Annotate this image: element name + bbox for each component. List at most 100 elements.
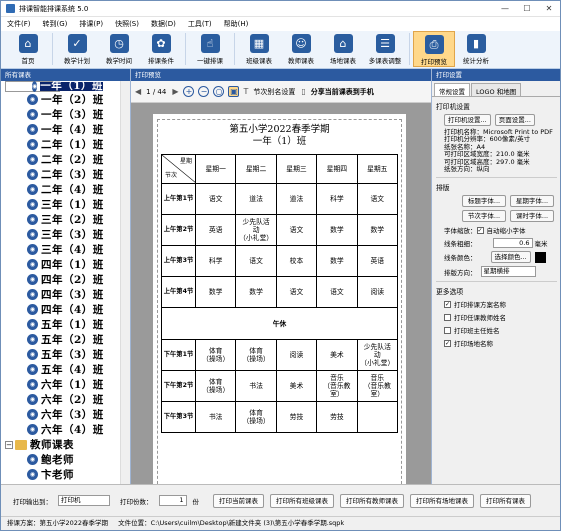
course-cell[interactable]: 书法: [194, 401, 237, 433]
tree-class-item[interactable]: ◉ 六年（3）班: [1, 407, 130, 422]
course-cell[interactable]: 数学: [235, 276, 277, 308]
tree-class-item[interactable]: ◉ 六年（2）班: [1, 392, 130, 407]
print-all-venue-button[interactable]: 打印所有场地课表: [410, 493, 474, 508]
menu-data[interactable]: 数据(D): [151, 19, 176, 29]
fit-page-icon[interactable]: ▣: [228, 86, 240, 97]
page-settings-button[interactable]: 页面设置...: [494, 114, 535, 126]
course-cell[interactable]: 数学: [194, 276, 237, 308]
menu-tools[interactable]: 工具(T): [188, 19, 212, 29]
tree-scrollbar[interactable]: [120, 81, 130, 484]
course-cell[interactable]: 数学: [356, 214, 399, 246]
course-cell[interactable]: 少先队活动（小礼堂）: [235, 214, 277, 246]
course-cell[interactable]: 书法: [235, 370, 277, 402]
tree-teacher-item[interactable]: ◉ 鲍老师: [1, 452, 130, 467]
tree-class-item[interactable]: ◉ 五年（4）班: [1, 362, 130, 377]
menu-snapshot[interactable]: 快照(S): [115, 19, 139, 29]
print-all-class-button[interactable]: 打印所有班级课表: [270, 493, 334, 508]
option-checkbox[interactable]: ✓: [444, 339, 451, 347]
maximize-button[interactable]: ☐: [516, 4, 538, 13]
course-cell[interactable]: 美术: [275, 370, 318, 402]
course-cell[interactable]: 语文: [356, 183, 399, 215]
toolbar-teacher-table-button[interactable]: ☺ 教师课表: [280, 31, 322, 67]
option-checkbox[interactable]: [444, 313, 451, 321]
tree-class-item[interactable]: ◉ 一年（1）班: [5, 81, 104, 92]
course-cell[interactable]: 语文: [275, 276, 318, 308]
printer-settings-button[interactable]: 打印机设置...: [444, 114, 491, 126]
tree-class-item[interactable]: ◉ 三年（1）班: [1, 197, 130, 212]
period-font-button[interactable]: 节次字体...: [462, 210, 506, 223]
next-page-icon[interactable]: ▶: [172, 87, 178, 96]
toolbar-multi-adjust-button[interactable]: ☰ 多课表调整: [364, 31, 406, 67]
toolbar-statistics-button[interactable]: ▮ 统计分析: [455, 31, 497, 67]
choose-color-button[interactable]: 选择颜色...: [490, 251, 531, 264]
course-cell[interactable]: 体育 （操场）: [235, 339, 277, 371]
course-cell[interactable]: 体育 （操场）: [194, 339, 237, 371]
course-cell[interactable]: 数学: [316, 214, 358, 246]
course-cell[interactable]: 科学: [194, 245, 237, 277]
tree-class-item[interactable]: ◉ 二年（2）班: [1, 152, 130, 167]
auto-shrink-checkbox[interactable]: ✓: [476, 226, 484, 234]
close-button[interactable]: ✕: [538, 4, 560, 13]
alias-settings-button[interactable]: 节次别名设置: [253, 87, 295, 97]
tree-class-item[interactable]: ◉ 四年（4）班: [1, 302, 130, 317]
prev-page-icon[interactable]: ◀: [135, 87, 141, 96]
zoom-in-icon[interactable]: +: [183, 86, 195, 97]
course-cell[interactable]: 语文: [275, 214, 318, 246]
output-select[interactable]: 打印机: [58, 495, 110, 506]
course-cell[interactable]: 劳技: [316, 401, 358, 433]
tree-class-item[interactable]: ◉ 一年（3）班: [1, 107, 130, 122]
menu-goto[interactable]: 转到(G): [43, 19, 68, 29]
course-cell[interactable]: 数学: [316, 245, 358, 277]
print-all-teacher-button[interactable]: 打印所有教师课表: [340, 493, 404, 508]
line-color-swatch[interactable]: [534, 251, 546, 263]
tree-class-item[interactable]: ◉ 六年（4）班: [1, 422, 130, 437]
tree-class-item[interactable]: ◉ 四年（2）班: [1, 272, 130, 287]
option-checkbox[interactable]: ✓: [444, 300, 451, 308]
share-to-phone-button[interactable]: 分享当前课表到手机: [311, 87, 374, 97]
course-cell[interactable]: 少先队活动（小礼堂）: [356, 339, 399, 371]
toolbar-plan-button[interactable]: ✓ 教学计划: [56, 31, 98, 67]
course-cell[interactable]: 音乐 （音乐教 室）: [356, 370, 399, 402]
course-cell[interactable]: 体育 （操场）: [235, 401, 277, 433]
menu-file[interactable]: 文件(F): [7, 19, 31, 29]
tree-class-item[interactable]: ◉ 五年（2）班: [1, 332, 130, 347]
toolbar-conditions-button[interactable]: ✿ 排课条件: [140, 31, 182, 67]
tree-class-item[interactable]: ◉ 四年（1）班: [1, 257, 130, 272]
line-width-spinner[interactable]: 0.6: [492, 238, 533, 249]
course-cell[interactable]: 语文: [194, 183, 237, 215]
expand-icon[interactable]: −: [5, 440, 13, 449]
menu-help[interactable]: 帮助(H): [224, 19, 249, 29]
toolbar-home-button[interactable]: ⌂ 首页: [7, 31, 49, 67]
print-current-button[interactable]: 打印当前课表: [213, 493, 264, 508]
toolbar-time-button[interactable]: ◷ 教学时间: [98, 31, 140, 67]
week-font-button[interactable]: 星期字体...: [510, 195, 554, 208]
tree-teacher-group[interactable]: − 教师课表: [1, 437, 130, 452]
layout-direction-select[interactable]: 星期横排: [480, 266, 536, 278]
tree-teacher-item[interactable]: ◉ 卞老师: [1, 467, 130, 482]
tree-class-item[interactable]: ◉ 三年（2）班: [1, 212, 130, 227]
course-cell[interactable]: 音乐 （音乐教 室）: [316, 370, 358, 402]
course-cell[interactable]: 体育 （操场）: [194, 370, 237, 402]
tab-logo-map[interactable]: LOGO 和地图: [471, 83, 522, 96]
toolbar-auto-schedule-button[interactable]: ☝ 一键排课: [189, 31, 231, 67]
course-cell[interactable]: 道法: [275, 183, 318, 215]
course-cell[interactable]: 英语: [356, 245, 399, 277]
tree-class-item[interactable]: ◉ 三年（3）班: [1, 227, 130, 242]
tree-class-item[interactable]: ◉ 二年（1）班: [1, 137, 130, 152]
course-cell[interactable]: 美术: [316, 339, 358, 371]
option-checkbox[interactable]: [444, 326, 451, 334]
course-cell[interactable]: 劳技: [275, 401, 318, 433]
tree-class-item[interactable]: ◉ 一年（2）班: [1, 92, 130, 107]
tree-class-item[interactable]: ◉ 三年（4）班: [1, 242, 130, 257]
tree-class-item[interactable]: ◉ 五年（1）班: [1, 317, 130, 332]
tree-class-item[interactable]: ◉ 四年（3）班: [1, 287, 130, 302]
copies-input[interactable]: 1: [158, 495, 187, 506]
course-cell[interactable]: [356, 401, 399, 433]
tab-general[interactable]: 常规设置: [434, 83, 470, 96]
course-cell[interactable]: 语文: [235, 245, 277, 277]
toolbar-venue-table-button[interactable]: ⌂ 场地课表: [322, 31, 364, 67]
menu-schedule[interactable]: 排课(P): [79, 19, 103, 29]
course-cell[interactable]: 英语: [194, 214, 237, 246]
tree-class-item[interactable]: ◉ 一年（4）班: [1, 122, 130, 137]
course-cell[interactable]: 语文: [316, 276, 358, 308]
